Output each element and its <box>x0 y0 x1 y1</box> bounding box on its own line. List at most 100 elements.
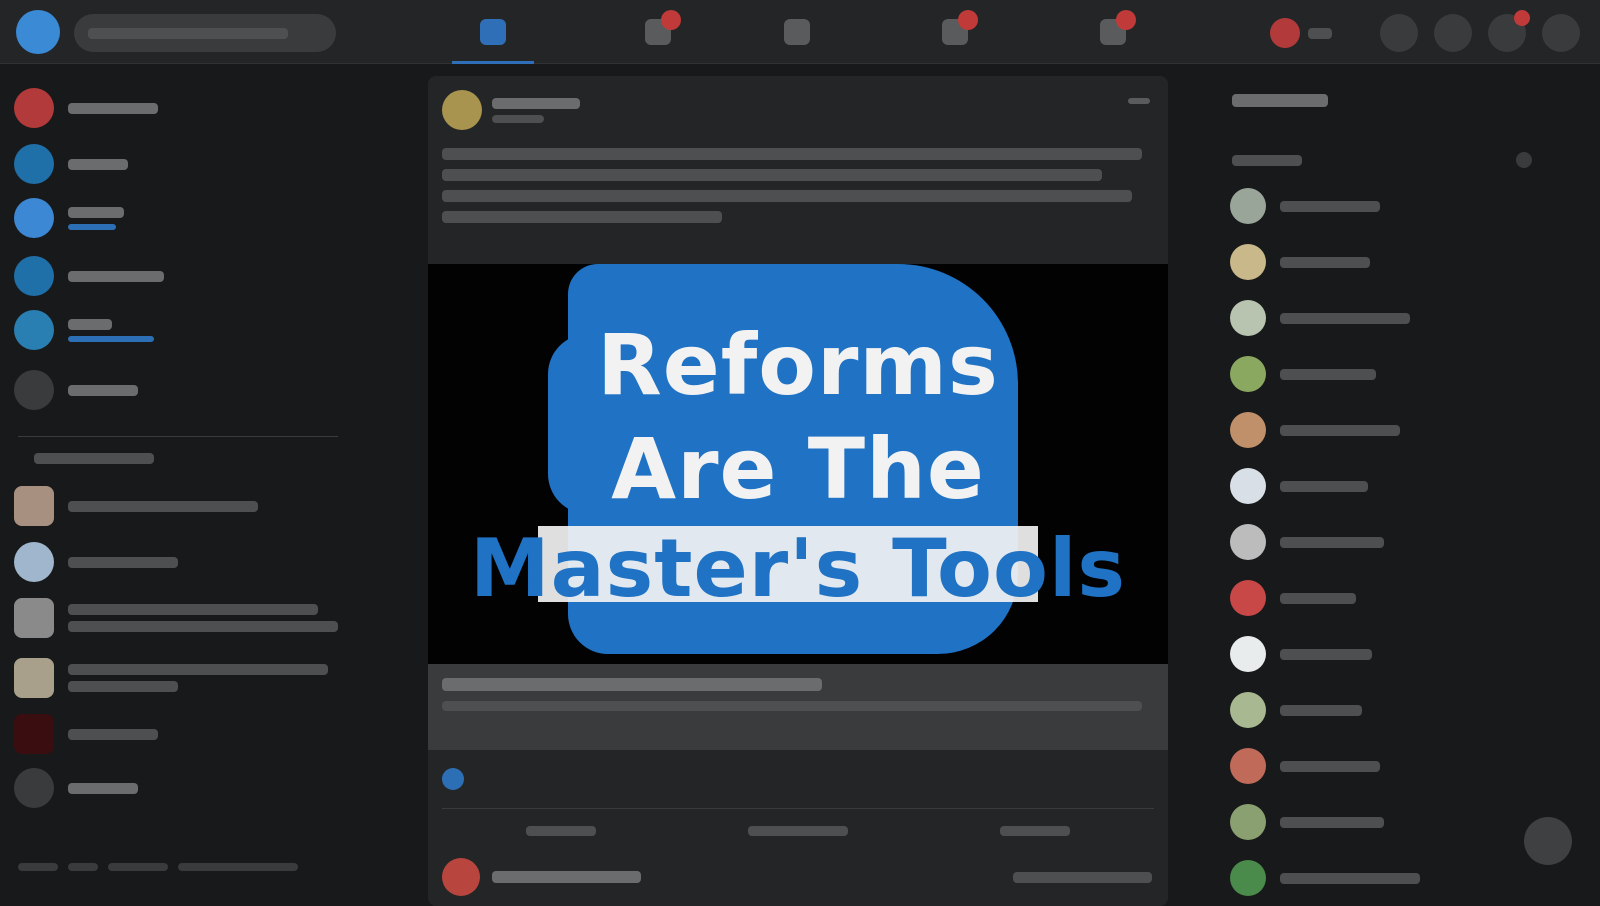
post-header <box>442 90 580 130</box>
contact-item[interactable] <box>1230 688 1362 732</box>
contacts-heading <box>1232 152 1532 168</box>
contact-item[interactable] <box>1230 856 1420 900</box>
sidebar-item-watch[interactable] <box>14 308 344 352</box>
contact-avatar <box>1230 804 1266 840</box>
search-contacts-icon[interactable] <box>1516 152 1532 168</box>
sidebar-item-label <box>68 158 128 170</box>
sidebar-shortcut[interactable] <box>14 656 344 700</box>
sidebar-shortcut[interactable] <box>14 712 344 756</box>
new-message-button[interactable] <box>1524 817 1572 865</box>
contact-name <box>1280 648 1372 660</box>
sidebar-item-label <box>68 270 164 282</box>
more-options-icon[interactable] <box>1128 98 1150 104</box>
link-preview-card[interactable] <box>428 664 1168 750</box>
contact-name <box>1280 592 1356 604</box>
comment-label <box>747 825 848 836</box>
shortcut-avatar <box>14 714 54 754</box>
sponsored-heading <box>1232 94 1328 107</box>
contact-item[interactable] <box>1230 520 1384 564</box>
contact-item[interactable] <box>1230 800 1384 844</box>
sidebar-item-groups[interactable] <box>14 196 344 240</box>
post-timestamp[interactable] <box>492 114 544 123</box>
tab-marketplace[interactable] <box>742 4 852 60</box>
messenger-button[interactable] <box>1434 14 1472 52</box>
contacts-heading-text <box>1232 154 1302 166</box>
contact-name <box>1280 480 1368 492</box>
tab-watch[interactable] <box>603 4 713 60</box>
profile-shortcut[interactable] <box>1270 16 1350 50</box>
reaction-summary[interactable] <box>442 768 464 790</box>
footer-link[interactable] <box>178 863 298 871</box>
post-action-bar <box>442 808 1154 852</box>
contact-avatar <box>1230 636 1266 672</box>
comment-button[interactable] <box>728 816 868 846</box>
sidebar-item-label <box>68 556 178 568</box>
tab-home[interactable] <box>438 4 548 64</box>
contact-item[interactable] <box>1230 296 1410 340</box>
commenter-name <box>492 871 641 883</box>
footer-link[interactable] <box>108 863 168 871</box>
sidebar-shortcut[interactable] <box>14 484 344 528</box>
viewer-avatar <box>442 858 480 896</box>
comment-input[interactable] <box>1012 871 1152 883</box>
like-button[interactable] <box>491 816 631 846</box>
contact-avatar <box>1230 468 1266 504</box>
tab-groups[interactable] <box>900 4 1010 60</box>
notifications-button[interactable] <box>1488 10 1530 52</box>
search-input[interactable] <box>74 14 336 52</box>
like-label <box>525 825 596 836</box>
notification-badge <box>1514 10 1530 26</box>
contact-item[interactable] <box>1230 464 1368 508</box>
new-items-indicator <box>68 223 116 230</box>
contact-item[interactable] <box>1230 352 1376 396</box>
sidebar-shortcut[interactable] <box>14 540 344 584</box>
menu-grid-button[interactable] <box>1380 14 1418 52</box>
account-dropdown-button[interactable] <box>1542 14 1580 52</box>
contact-item[interactable] <box>1230 576 1356 620</box>
image-text-line: Reforms <box>597 316 999 414</box>
facebook-logo-icon[interactable] <box>16 10 60 54</box>
sidebar-shortcut-see-more[interactable] <box>14 766 344 810</box>
contact-name <box>1280 816 1384 828</box>
profile-avatar <box>1270 18 1300 48</box>
contact-item[interactable] <box>1230 744 1380 788</box>
post-image[interactable]: Reforms Are The Master's Tools <box>428 264 1168 664</box>
share-button[interactable] <box>965 816 1105 846</box>
footer-link[interactable] <box>18 863 58 871</box>
sidebar-item-label <box>68 664 328 675</box>
sidebar-item-label <box>68 206 124 218</box>
author-avatar[interactable] <box>442 90 482 130</box>
post-text <box>442 148 1152 223</box>
sidebar-item-label <box>68 621 338 632</box>
search-placeholder-text <box>88 28 288 39</box>
contact-avatar <box>1230 692 1266 728</box>
sidebar-shortcut[interactable] <box>14 596 344 640</box>
left-sidebar <box>0 64 360 901</box>
author-name[interactable] <box>492 97 580 109</box>
contact-name <box>1280 704 1362 716</box>
sidebar-item-label <box>68 384 138 396</box>
contact-name <box>1280 424 1400 436</box>
footer-link[interactable] <box>68 863 98 871</box>
contact-item[interactable] <box>1230 184 1380 228</box>
contact-item[interactable] <box>1230 632 1372 676</box>
contact-item[interactable] <box>1230 408 1400 452</box>
contact-name <box>1280 872 1420 884</box>
footer-links <box>18 863 298 871</box>
contact-avatar <box>1230 412 1266 448</box>
sidebar-item-marketplace[interactable] <box>14 254 344 298</box>
contact-name <box>1280 368 1376 380</box>
share-label <box>1000 825 1071 836</box>
tab-gaming[interactable] <box>1058 4 1168 60</box>
sidebar-item-profile[interactable] <box>14 86 344 130</box>
sidebar-item-friends[interactable] <box>14 142 344 186</box>
contact-name <box>1280 312 1410 324</box>
notification-badge <box>1116 10 1136 30</box>
like-reaction-icon <box>442 768 464 790</box>
contact-name <box>1280 760 1380 772</box>
contact-avatar <box>1230 860 1266 896</box>
sidebar-item-see-more[interactable] <box>14 368 344 412</box>
profile-name-text <box>1308 27 1332 39</box>
contact-item[interactable] <box>1230 240 1370 284</box>
notification-badge <box>661 10 681 30</box>
